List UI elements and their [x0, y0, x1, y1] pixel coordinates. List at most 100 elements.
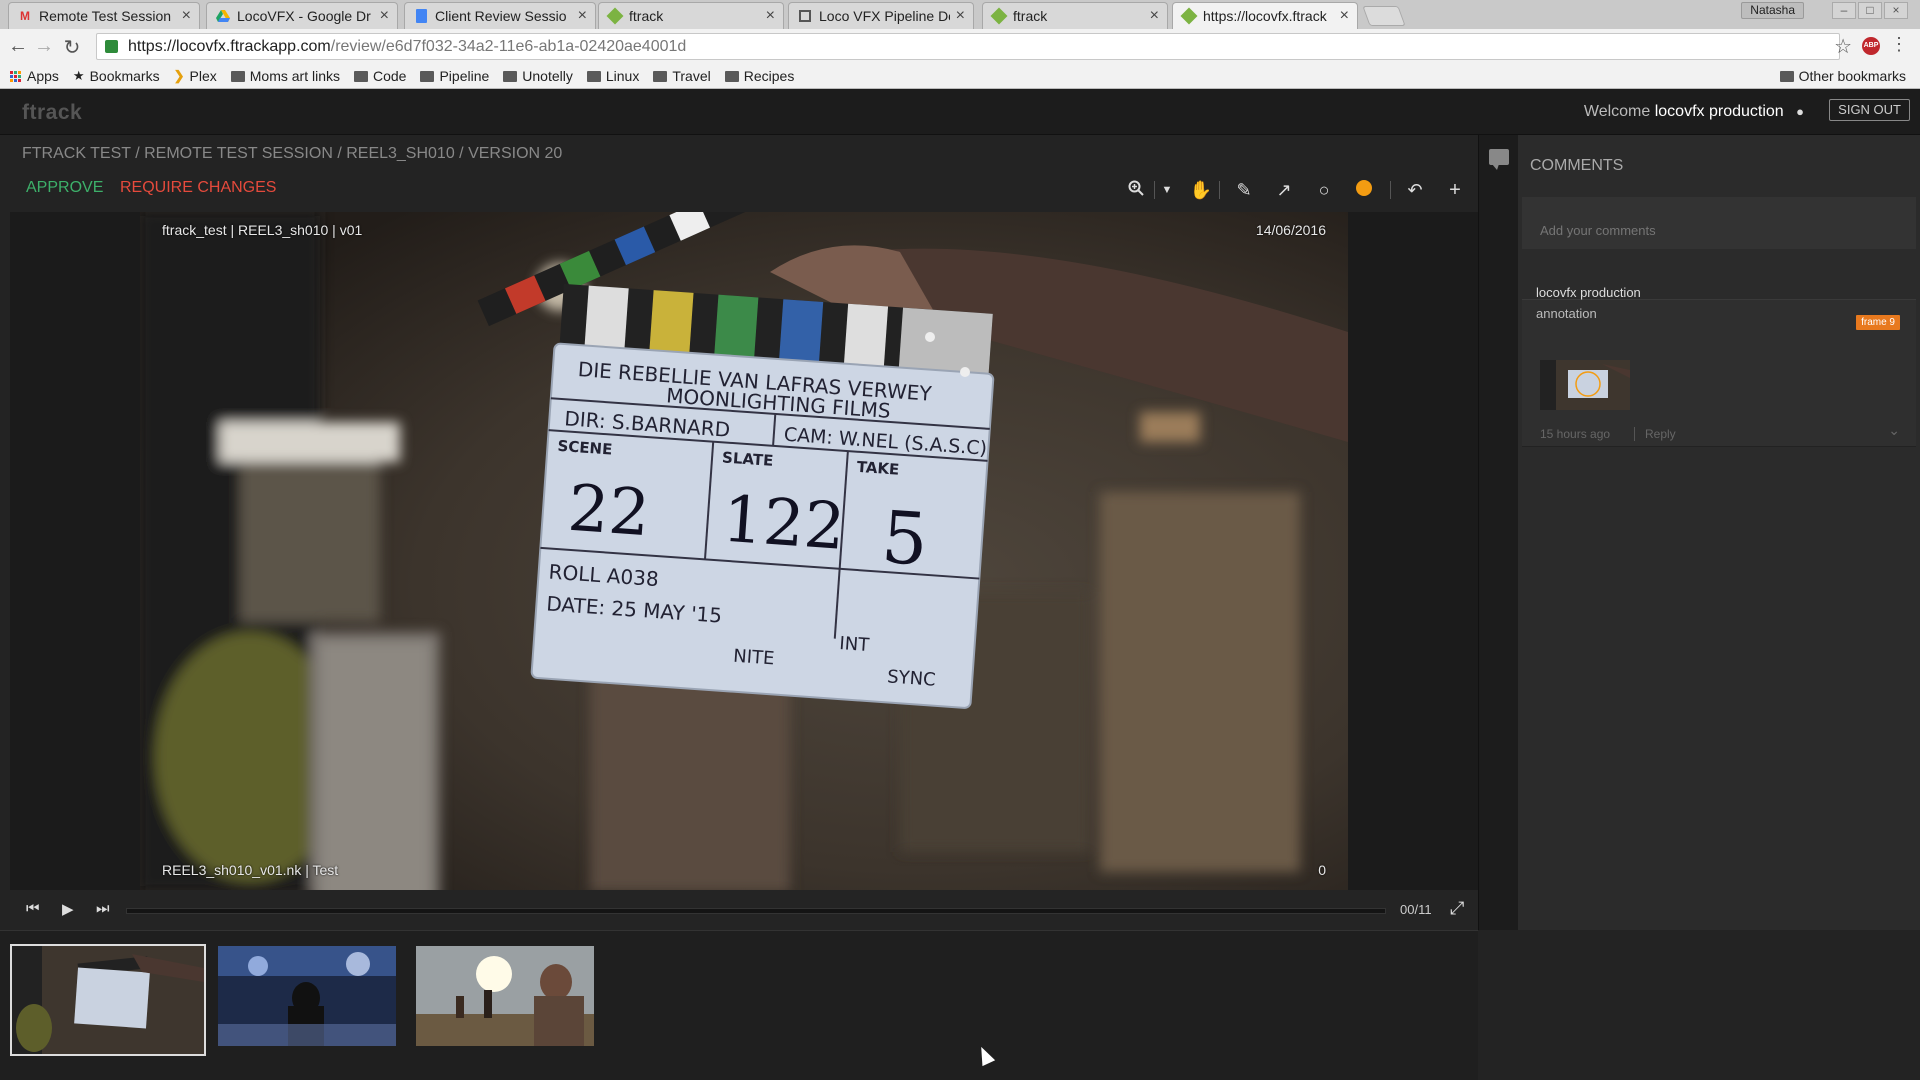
- slate-scene-number: 22: [566, 472, 652, 552]
- circle-icon[interactable]: ○: [1312, 180, 1336, 201]
- comment-input[interactable]: [1522, 197, 1916, 249]
- forward-icon[interactable]: →: [32, 35, 56, 58]
- slate-slate-label: SLATE: [722, 448, 774, 470]
- bookmark-folder[interactable]: Pipeline: [420, 68, 489, 84]
- thumbnail-desert[interactable]: [416, 946, 594, 1046]
- viewer-frame-number: 0: [1318, 862, 1326, 878]
- browser-tab-docs[interactable]: Client Review Sessio ×: [404, 2, 596, 29]
- close-tab-icon[interactable]: ×: [766, 7, 775, 25]
- tab-title: ftrack: [1013, 8, 1048, 24]
- folder-icon: [503, 70, 518, 82]
- other-bookmarks[interactable]: Other bookmarks: [1779, 68, 1906, 84]
- video-frame[interactable]: DIE REBELLIE VAN LAFRAS VERWEY MOONLIGHT…: [140, 212, 1348, 890]
- play-icon[interactable]: ▶: [62, 900, 74, 918]
- new-tab-button[interactable]: [1362, 6, 1406, 26]
- bookmark-bookmarks[interactable]: ★ Bookmarks: [73, 68, 160, 84]
- thumbnail-image: [12, 946, 204, 1054]
- apps-grid-icon: [10, 70, 21, 82]
- pan-hand-icon[interactable]: ✋: [1189, 180, 1213, 201]
- pencil-icon[interactable]: ✎: [1232, 180, 1256, 201]
- chevron-down-icon[interactable]: ⌄: [1888, 422, 1900, 439]
- require-changes-button[interactable]: REQUIRE CHANGES: [120, 179, 276, 197]
- close-tab-icon[interactable]: ×: [578, 7, 587, 25]
- approve-button[interactable]: APPROVE: [26, 179, 103, 197]
- close-tab-icon[interactable]: ×: [956, 7, 965, 25]
- folder-icon: [724, 70, 739, 82]
- url-input[interactable]: https://locovfx.ftrackapp.com/review/e6d…: [96, 33, 1840, 60]
- thumbnail-clapperboard[interactable]: [10, 944, 206, 1056]
- bookmark-folder[interactable]: Moms art links: [230, 68, 340, 84]
- add-icon[interactable]: +: [1443, 179, 1467, 202]
- comment-timestamp: 15 hours ago: [1540, 427, 1611, 441]
- bookmark-folder[interactable]: Unotelly: [503, 68, 573, 84]
- reload-icon[interactable]: ↻: [60, 35, 84, 60]
- folder-icon: [230, 70, 245, 82]
- folder-icon: [653, 70, 668, 82]
- slate-scene-label: SCENE: [557, 437, 613, 459]
- comments-toggle-icon[interactable]: [1489, 149, 1509, 170]
- arrow-icon[interactable]: ↗: [1272, 180, 1296, 201]
- bookmark-folder[interactable]: Code: [353, 68, 406, 84]
- toolbar-separator: [1390, 181, 1391, 199]
- bookmark-label: Bookmarks: [89, 68, 160, 84]
- bookmark-label: Pipeline: [439, 68, 490, 84]
- zoom-dropdown-chevron-icon[interactable]: ▼: [1161, 184, 1173, 196]
- comment-annotation-thumbnail[interactable]: [1540, 360, 1630, 410]
- fullscreen-icon[interactable]: ⤢: [1450, 898, 1464, 919]
- app-header: ftrack Welcome locovfx production ● SIGN…: [0, 89, 1920, 135]
- bookmark-apps[interactable]: Apps: [10, 68, 59, 84]
- bookmark-folder[interactable]: Travel: [653, 68, 711, 84]
- playback-controls: ⏮ ▶ ⏭ 00/11 ⤢: [10, 890, 1478, 930]
- version-thumbnail-strip: [0, 930, 1478, 1080]
- comments-title: COMMENTS: [1530, 157, 1624, 174]
- profile-button[interactable]: Natasha: [1741, 2, 1804, 19]
- comment-frame-badge[interactable]: frame 9: [1856, 315, 1900, 330]
- thumbnail-concert[interactable]: [218, 946, 396, 1046]
- browser-tab-gmail[interactable]: M Remote Test Session ×: [8, 2, 200, 29]
- browser-menu-icon[interactable]: ⋮: [1890, 34, 1908, 55]
- browser-tab-confluence[interactable]: Loco VFX Pipeline Do ×: [788, 2, 974, 29]
- zoom-icon[interactable]: [1124, 180, 1148, 201]
- bookmark-plex[interactable]: ❯ Plex: [174, 68, 217, 84]
- timeline-scrubber[interactable]: [126, 908, 1386, 914]
- media-viewer[interactable]: DIE REBELLIE VAN LAFRAS VERWEY MOONLIGHT…: [10, 212, 1478, 890]
- bookmark-label: Unotelly: [522, 68, 573, 84]
- minimize-icon[interactable]: –: [1832, 2, 1856, 19]
- user-icon[interactable]: ●: [1796, 104, 1804, 119]
- bookmark-folder[interactable]: Recipes: [724, 68, 795, 84]
- close-tab-icon[interactable]: ×: [182, 7, 191, 25]
- tab-title: ftrack: [629, 8, 664, 24]
- undo-icon[interactable]: ↶: [1403, 180, 1427, 201]
- close-window-icon[interactable]: ×: [1884, 2, 1908, 19]
- lock-icon: [105, 40, 118, 53]
- sign-out-button[interactable]: SIGN OUT: [1829, 99, 1910, 121]
- bookmark-folder[interactable]: Linux: [586, 68, 640, 84]
- bookmark-label: Linux: [605, 68, 640, 84]
- ftrack-logo[interactable]: ftrack: [22, 101, 82, 125]
- toolbar-separator: [1154, 181, 1155, 199]
- browser-tab-drive[interactable]: LocoVFX - Google Dr ×: [206, 2, 398, 29]
- viewer-date: 14/06/2016: [1255, 222, 1326, 238]
- browser-tab-ftrack[interactable]: ftrack ×: [598, 2, 784, 29]
- tab-title: https://locovfx.ftrack: [1203, 8, 1327, 24]
- bookmark-star-icon[interactable]: ☆: [1834, 34, 1852, 59]
- skip-to-start-icon[interactable]: ⏮: [26, 900, 40, 917]
- bookmark-label: Recipes: [743, 68, 795, 84]
- back-icon[interactable]: ←: [6, 35, 30, 58]
- user-name[interactable]: locovfx production: [1655, 103, 1784, 120]
- close-tab-icon[interactable]: ×: [1150, 7, 1159, 25]
- slate-take-label: TAKE: [856, 458, 900, 479]
- url-host: https://locovfx.ftrackapp.com: [128, 37, 331, 55]
- maximize-icon[interactable]: □: [1858, 2, 1882, 19]
- viewer-file-info: REEL3_sh010_v01.nk | Test: [162, 862, 339, 878]
- browser-tab-active[interactable]: https://locovfx.ftrack ×: [1172, 2, 1358, 29]
- comment-reply-link[interactable]: Reply: [1634, 427, 1676, 441]
- close-tab-icon[interactable]: ×: [1340, 7, 1349, 25]
- skip-to-end-icon[interactable]: ⏭: [96, 900, 110, 917]
- bookmarks-bar: Apps ★ Bookmarks ❯ Plex Moms art links C…: [0, 64, 1920, 89]
- ftrack-icon: [1180, 7, 1198, 25]
- browser-tab-ftrack-2[interactable]: ftrack ×: [982, 2, 1168, 29]
- close-tab-icon[interactable]: ×: [380, 7, 389, 25]
- adblock-icon[interactable]: ABP: [1862, 37, 1880, 55]
- color-picker-icon[interactable]: [1352, 179, 1376, 201]
